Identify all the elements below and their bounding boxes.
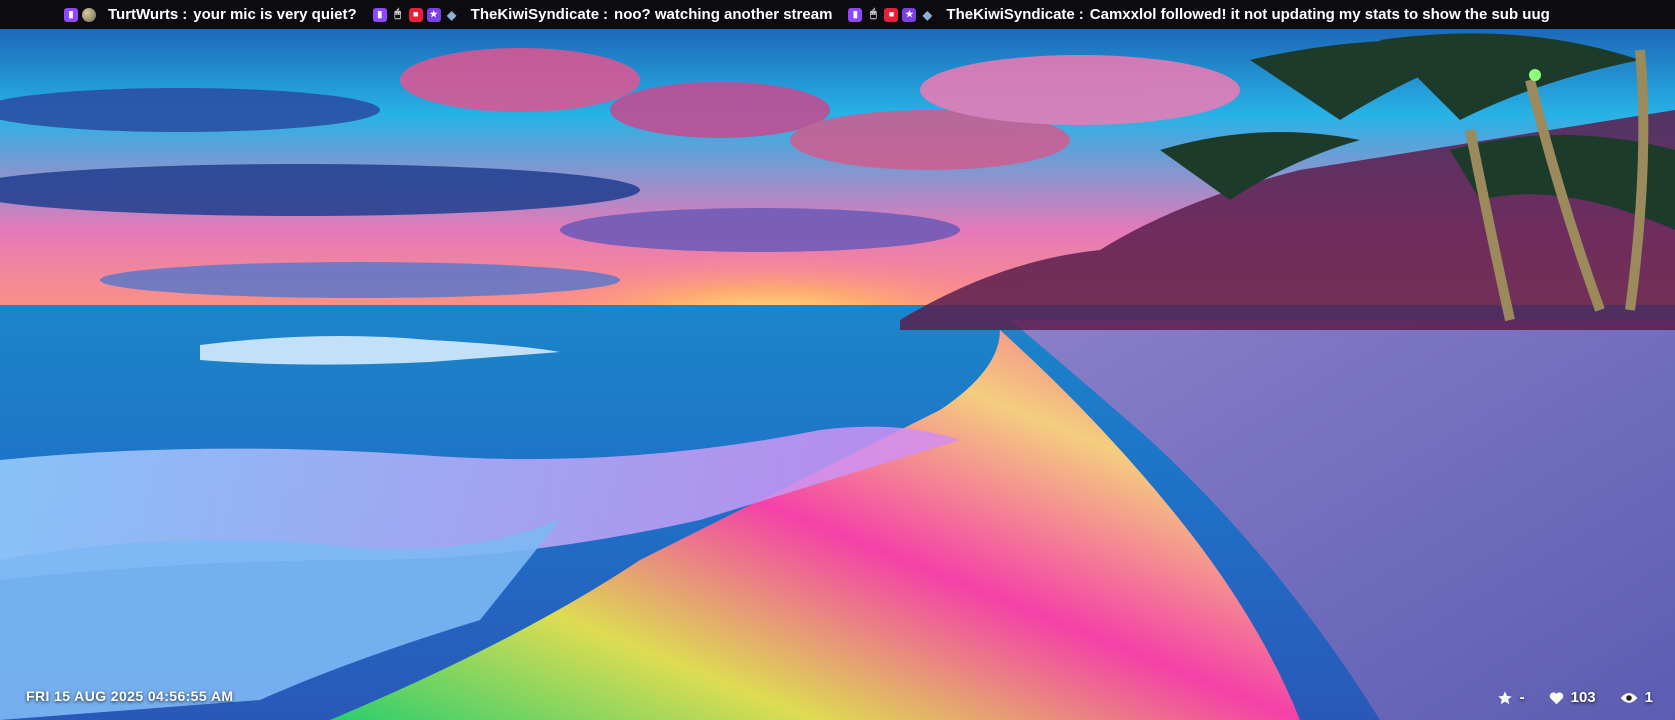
mouse-icon: 🖱 bbox=[394, 8, 401, 20]
star-icon: ★ bbox=[426, 7, 441, 22]
chat-text: Camxxlol followed! it not updating my st… bbox=[1089, 6, 1550, 23]
chat-username: TheKiwiSyndicate bbox=[470, 6, 600, 23]
background-scene bbox=[0, 0, 1675, 720]
globe-icon bbox=[82, 7, 96, 22]
star-stat: - bbox=[1497, 689, 1525, 706]
gem-icon: ◆ bbox=[922, 7, 933, 22]
date-time-display: FRI 15 AUG 2025 04:56:55 AM bbox=[26, 688, 234, 704]
camera-icon: ■ bbox=[408, 7, 423, 22]
chat-separator: : bbox=[1078, 6, 1084, 23]
heart-icon bbox=[1549, 691, 1564, 705]
camera-icon: ■ bbox=[884, 7, 899, 22]
star-icon bbox=[1497, 690, 1513, 706]
chat-message: ▮ TurtWurts : your mic is very quiet? bbox=[64, 6, 357, 23]
chat-message: ▮ 🖱 ■ ★ ◆ TheKiwiSyndicate : Camxxlol fo… bbox=[848, 6, 1550, 23]
stream-stats: - 103 1 bbox=[1479, 689, 1653, 706]
mouse-icon: 🖱 bbox=[870, 8, 877, 20]
chat-separator: : bbox=[182, 6, 188, 23]
gem-icon: ◆ bbox=[447, 7, 457, 22]
viewers-value: 1 bbox=[1644, 689, 1653, 706]
viewers-stat: 1 bbox=[1620, 689, 1653, 706]
chat-message: ▮ 🖱 ■ ★ ◆ TheKiwiSyndicate : noo? watchi… bbox=[372, 6, 833, 23]
chat-ticker-track: ▮ TurtWurts : your mic is very quiet? ▮ … bbox=[0, 6, 1566, 23]
star-value: - bbox=[1519, 689, 1525, 706]
chat-username: TheKiwiSyndicate bbox=[946, 6, 1075, 23]
likes-stat: 103 bbox=[1549, 689, 1596, 706]
twitch-icon: ▮ bbox=[848, 7, 863, 22]
chat-text: noo? watching another stream bbox=[614, 6, 833, 23]
chat-separator: : bbox=[603, 6, 609, 23]
star-icon: ★ bbox=[902, 7, 917, 22]
chat-text: your mic is very quiet? bbox=[193, 6, 357, 23]
twitch-icon: ▮ bbox=[64, 7, 78, 22]
beach-sunset-illustration bbox=[0, 0, 1675, 720]
chat-ticker: ▮ TurtWurts : your mic is very quiet? ▮ … bbox=[0, 0, 1675, 29]
chat-username: TurtWurts bbox=[108, 6, 179, 23]
eye-icon bbox=[1620, 691, 1638, 705]
twitch-icon: ▮ bbox=[372, 7, 387, 22]
likes-value: 103 bbox=[1570, 689, 1596, 706]
